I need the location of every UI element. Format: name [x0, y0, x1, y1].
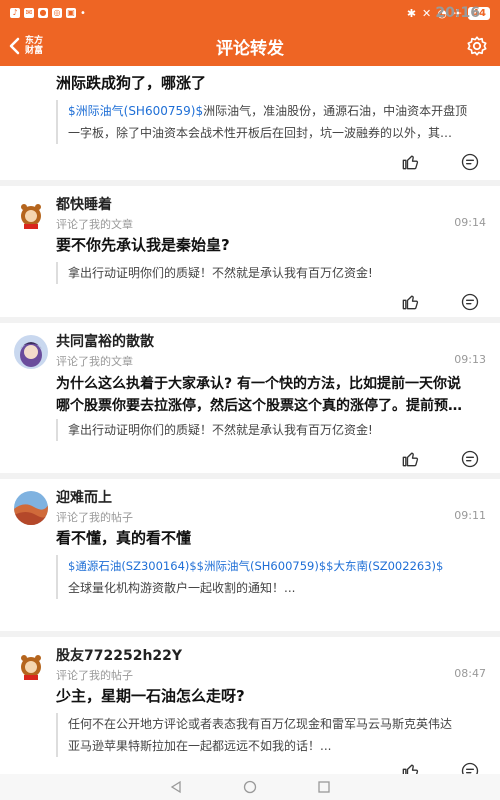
username[interactable]: 都快睡着 [56, 194, 112, 214]
comment-icon[interactable] [460, 449, 480, 469]
home-nav-icon[interactable] [243, 780, 257, 794]
comment-card[interactable]: 共同富裕的散散 评论了我的文章 09:13 为什么这么执着于大家承认? 有一个快… [0, 323, 500, 479]
avatar[interactable] [14, 491, 48, 525]
eastmoney-logo: 东方 财富 [24, 36, 44, 56]
nav-bar: 东方 财富 评论转发 [0, 26, 500, 66]
username[interactable]: 迎难而上 [56, 487, 112, 507]
app-icon-2: ◎ [52, 8, 62, 18]
comment-card[interactable]: 股友772252h22Y 评论了我的帖子 08:47 少主，星期一石油怎么走呀?… [0, 637, 500, 774]
logo-line2: 财富 [24, 46, 43, 56]
comment-feed[interactable]: 洲际跌成狗了，哪涨了 $洲际油气(SH600759)$洲际油气，准油股份，通源石… [0, 66, 500, 774]
like-icon[interactable] [400, 292, 420, 312]
gear-icon[interactable] [466, 35, 488, 57]
card-actions [400, 292, 480, 312]
quote-text: 全球量化机构游资散户一起收割的通知！... [68, 581, 296, 595]
logo-line1: 东方 [24, 36, 43, 46]
comment-action: 评论了我的文章 [56, 218, 133, 231]
status-bar: 20:16 ♪ ✉ ● ◎ ▣ • ✱ ✕ ◔ ✈ 44 [0, 0, 500, 26]
more-notifications-icon: • [80, 7, 86, 19]
quoted-content[interactable]: 拿出行动证明你们的质疑！不然就是承认我有百万亿资金! [56, 419, 486, 441]
mute-icon: ✕ [422, 6, 432, 20]
like-icon[interactable] [400, 761, 420, 774]
card-actions [400, 449, 480, 469]
comment-card[interactable]: 迎难而上 评论了我的帖子 09:11 看不懂，真的看不懂 $通源石油(SZ300… [0, 479, 500, 637]
comment-action: 评论了我的帖子 [56, 669, 133, 682]
comment-title-line: 哪个股票你要去拉涨停，然后这个股票这个真的涨停了。提前预… [56, 398, 462, 414]
comment-title: 要不你先承认我是秦始皇? [56, 236, 230, 254]
comment-title: 洲际跌成狗了，哪涨了 [56, 74, 207, 92]
page-title: 评论转发 [216, 38, 284, 59]
app-icon: ● [38, 8, 48, 18]
status-time: 20:16 [435, 5, 480, 21]
comment-action: 评论了我的文章 [56, 355, 133, 368]
quote-text: 任何不在公开地方评论或者表态我有百万亿现金和雷军马云马斯克英伟达 [68, 717, 453, 731]
username[interactable]: 股友772252h22Y [56, 645, 182, 665]
comment-time: 09:13 [454, 353, 486, 366]
comment-card[interactable]: 都快睡着 评论了我的文章 09:14 要不你先承认我是秦始皇? 拿出行动证明你们… [0, 186, 500, 323]
like-icon[interactable] [400, 449, 420, 469]
like-icon[interactable] [400, 152, 420, 172]
comment-title: 看不懂，真的看不懂 [56, 529, 192, 547]
card-actions [400, 152, 480, 172]
comment-action: 评论了我的帖子 [56, 511, 133, 524]
comment-time: 08:47 [454, 667, 486, 680]
quoted-content[interactable]: 任何不在公开地方评论或者表态我有百万亿现金和雷军马云马斯克英伟达 亚马逊苹果特斯… [56, 713, 492, 757]
comment-title: 少主，星期一石油怎么走呀? [56, 687, 245, 705]
comment-icon[interactable] [460, 292, 480, 312]
username[interactable]: 共同富裕的散散 [56, 331, 154, 351]
avatar[interactable] [14, 335, 48, 369]
comment-icon[interactable] [460, 761, 480, 774]
quote-text: 洲际油气，准油股份，通源石油，中油资本开盘顶 [203, 104, 468, 118]
quote-text: 一字板，除了中油资本会战术性开板后在回封，坑一波融券的以外，其… [68, 126, 453, 140]
stock-link[interactable]: $通源石油(SZ300164)$$洲际油气(SH600759)$$大东南(SZ0… [68, 555, 492, 577]
card-actions [400, 761, 480, 774]
quoted-content[interactable]: 拿出行动证明你们的质疑！不然就是承认我有百万亿资金! [56, 262, 486, 284]
quoted-content[interactable]: $通源石油(SZ300164)$$洲际油气(SH600759)$$大东南(SZ0… [56, 555, 492, 599]
back-button[interactable] [4, 26, 24, 66]
mail-icon: ✉ [24, 8, 34, 18]
quoted-content[interactable]: $洲际油气(SH600759)$洲际油气，准油股份，通源石油，中油资本开盘顶 一… [56, 100, 486, 144]
comment-title-line: 为什么这么执着于大家承认? 有一个快的方法，比如提前一天你说 [56, 376, 461, 392]
back-nav-icon[interactable] [169, 780, 183, 794]
chevron-left-icon [9, 37, 20, 55]
recents-nav-icon[interactable] [317, 780, 331, 794]
system-nav-bar [0, 774, 500, 800]
comment-card[interactable]: 洲际跌成狗了，哪涨了 $洲际油气(SH600759)$洲际油气，准油股份，通源石… [0, 66, 500, 186]
store-icon: ▣ [66, 8, 76, 18]
bluetooth-icon: ✱ [406, 6, 417, 20]
quote-text: 亚马逊苹果特斯拉加在一起都远远不如我的话！... [68, 739, 332, 753]
comment-icon[interactable] [460, 152, 480, 172]
avatar[interactable] [14, 649, 48, 683]
comment-time: 09:11 [454, 509, 486, 522]
comment-time: 09:14 [454, 216, 486, 229]
stock-link[interactable]: $洲际油气(SH600759)$ [68, 104, 203, 118]
avatar[interactable] [14, 198, 48, 232]
comment-title: 为什么这么执着于大家承认? 有一个快的方法，比如提前一天你说 哪个股票你要去拉涨… [56, 373, 492, 417]
tiktok-icon: ♪ [10, 8, 20, 18]
